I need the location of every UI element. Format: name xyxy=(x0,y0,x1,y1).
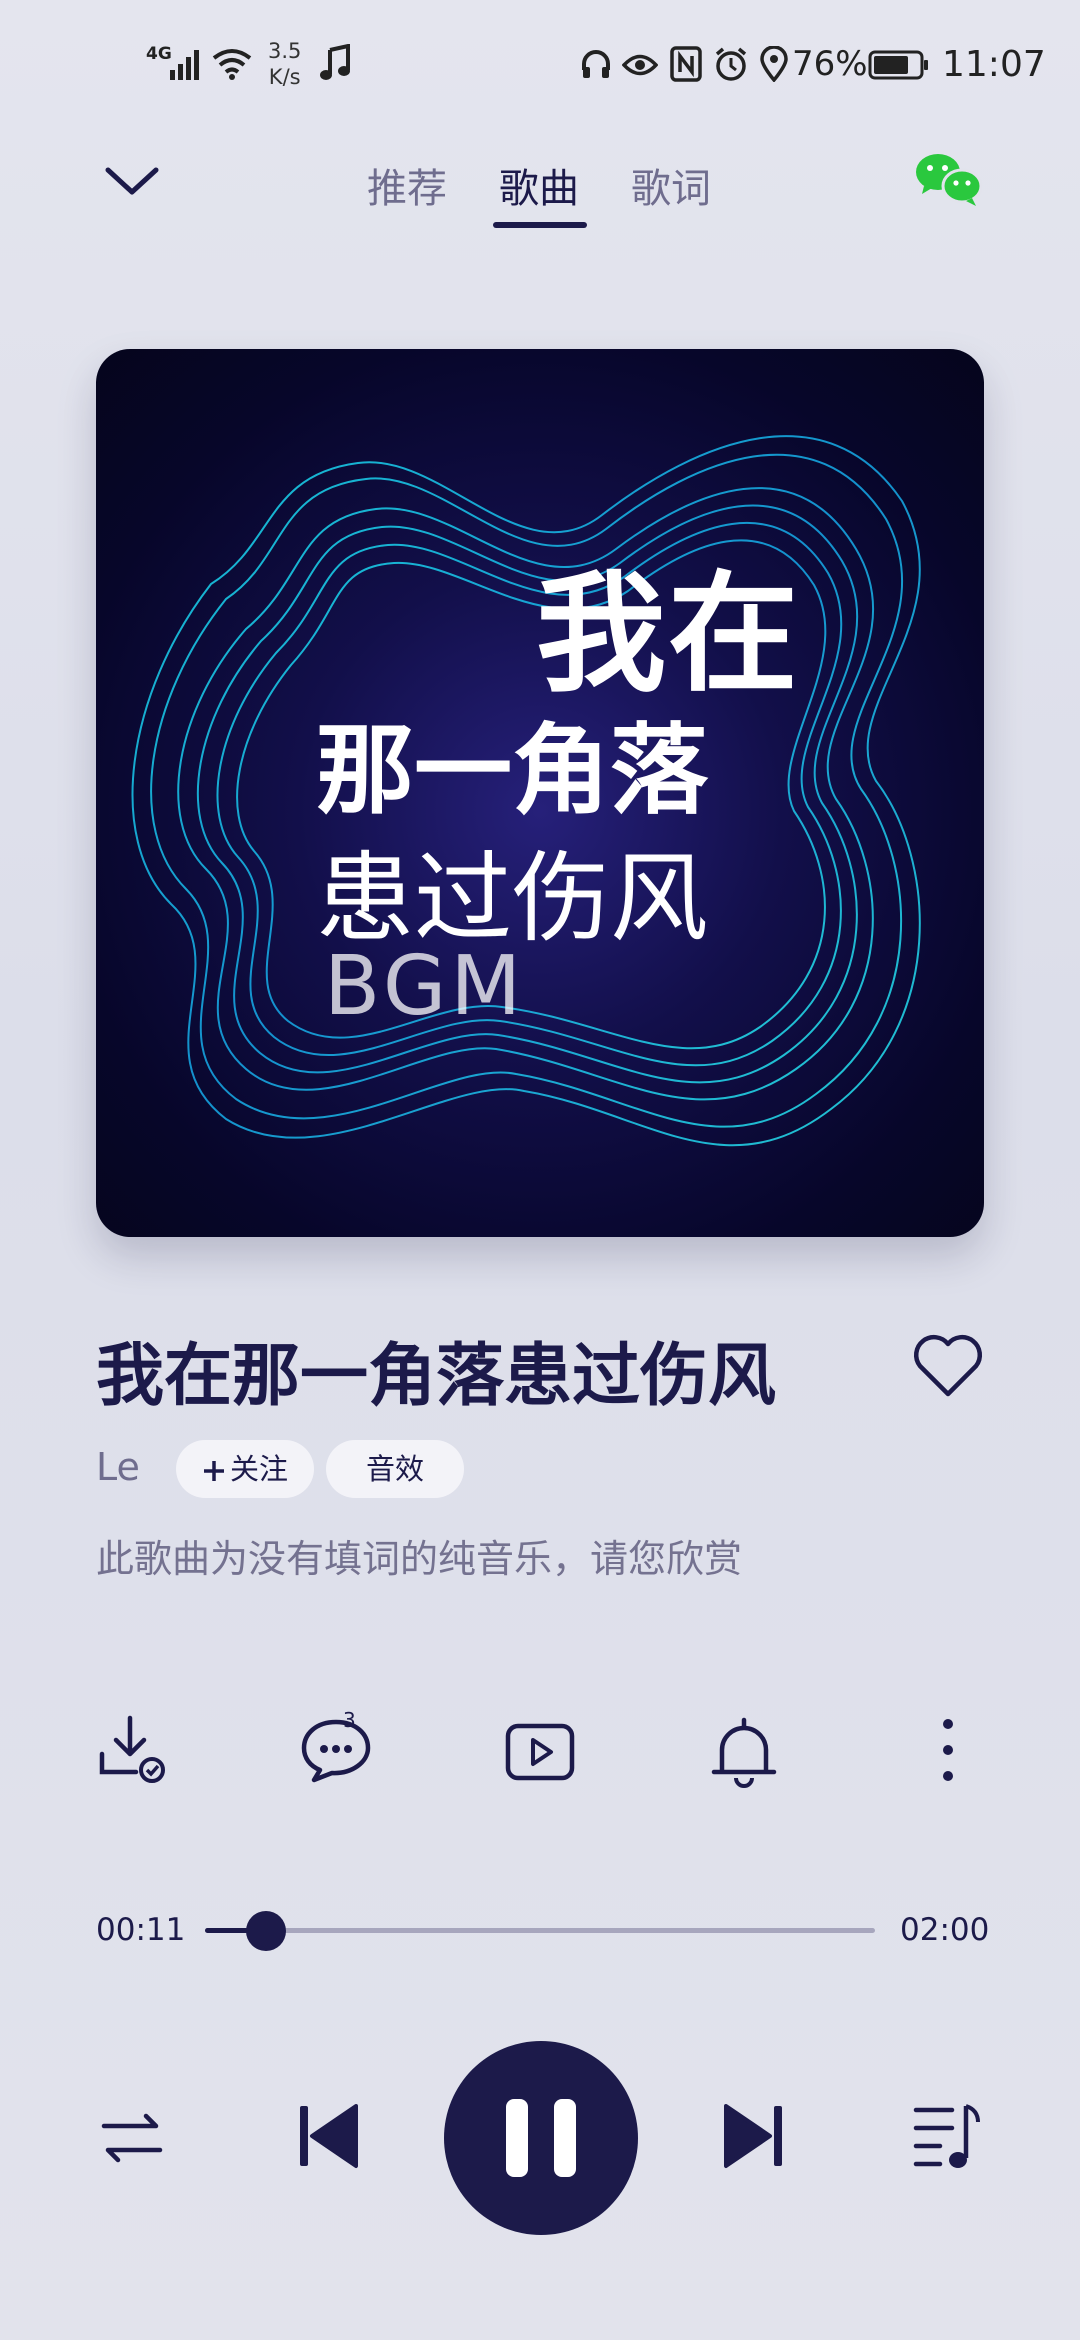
next-icon[interactable] xyxy=(722,2100,786,2172)
art-text-line2: 那一角落 xyxy=(316,714,709,828)
wechat-icon[interactable] xyxy=(914,150,984,208)
status-bar: 4G 3.5 K/s 76% 11:07 xyxy=(0,0,1080,130)
download-icon[interactable] xyxy=(96,1712,176,1792)
speed-value: 3.5 xyxy=(268,39,302,63)
speed-unit: K/s xyxy=(268,65,301,89)
progress-track[interactable] xyxy=(205,1928,875,1933)
playlist-icon[interactable] xyxy=(912,2100,984,2172)
video-icon[interactable] xyxy=(500,1712,580,1792)
plus-icon xyxy=(203,1461,224,1481)
headphones-icon xyxy=(582,50,610,78)
album-art: 我在 那一角落 患过伤风 BGM xyxy=(96,349,984,1237)
artist-name[interactable]: Le xyxy=(96,1445,140,1489)
song-title: 我在那一角落患过伤风 xyxy=(96,1337,777,1416)
more-icon[interactable] xyxy=(908,1712,988,1792)
clock: 11:07 xyxy=(942,44,1046,85)
total-time: 02:00 xyxy=(900,1912,990,1948)
tab-lyrics[interactable]: 歌词 xyxy=(631,156,711,214)
tab-song[interactable]: 歌曲 xyxy=(499,156,579,214)
comment-count: 3 xyxy=(343,1708,356,1732)
tab-recommend[interactable]: 推荐 xyxy=(367,156,447,214)
song-description: 此歌曲为没有填词的纯音乐，请您欣赏 xyxy=(96,1537,743,1581)
follow-label: 关注 xyxy=(229,1452,288,1486)
alarm-icon xyxy=(715,47,747,81)
sound-effect-button[interactable]: 音效 xyxy=(326,1440,464,1498)
battery-icon xyxy=(868,50,928,80)
comment-icon[interactable] xyxy=(298,1712,378,1792)
elapsed-time: 00:11 xyxy=(96,1912,186,1948)
art-text-line4: BGM xyxy=(324,939,526,1034)
effect-label: 音效 xyxy=(365,1452,424,1486)
eye-icon xyxy=(622,54,658,76)
chevron-down-icon[interactable] xyxy=(104,164,160,198)
location-icon xyxy=(760,46,788,82)
follow-button[interactable]: 关注 xyxy=(176,1440,314,1498)
pause-button[interactable] xyxy=(444,2041,638,2235)
music-note-icon xyxy=(320,44,350,80)
wifi-icon xyxy=(212,49,252,80)
nfc-icon xyxy=(670,46,702,82)
network-type: 4G xyxy=(146,44,172,64)
network-speed: 3.5 K/s xyxy=(268,38,301,90)
signal-icon xyxy=(170,50,199,80)
active-tab-indicator xyxy=(493,222,587,228)
bell-icon[interactable] xyxy=(704,1712,784,1792)
heart-icon[interactable] xyxy=(912,1334,984,1398)
previous-icon[interactable] xyxy=(296,2100,360,2172)
progress-knob[interactable] xyxy=(246,1911,286,1951)
repeat-icon[interactable] xyxy=(100,2112,164,2164)
art-text-line1: 我在 xyxy=(536,558,801,710)
battery-percent: 76% xyxy=(792,44,868,84)
